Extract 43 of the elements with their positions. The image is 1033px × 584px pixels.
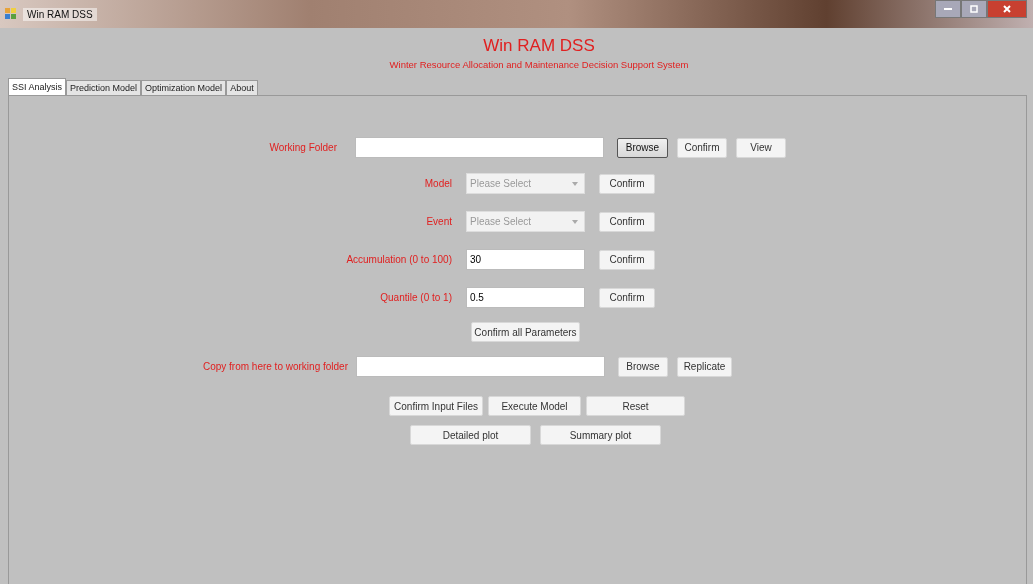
input-field[interactable]: 0.5 [466, 287, 585, 308]
caret-icon [572, 219, 578, 224]
button[interactable]: Browse [618, 356, 668, 377]
close-icon [1003, 5, 1011, 13]
field-label: Working Folder [268, 142, 337, 153]
field-label: Event [425, 216, 452, 227]
field-label: Quantile (0 to 1) [379, 292, 452, 303]
field-label: Model [423, 178, 452, 189]
button[interactable]: Confirm [599, 249, 655, 270]
app-icon [4, 7, 18, 21]
dropdown-value: Please Select [470, 216, 532, 227]
app-subtitle: Winter Resource Allocation and Maintenance Decision Support System [389, 59, 689, 70]
button[interactable]: Summary plot [540, 425, 661, 445]
input-field[interactable]: 30 [466, 249, 585, 270]
app-title: Win RAM DSS [483, 36, 595, 56]
button[interactable]: Browse [617, 137, 668, 158]
tab[interactable]: Optimization Model [141, 80, 227, 95]
maximize-button[interactable] [961, 0, 987, 18]
button[interactable]: Confirm [599, 211, 655, 232]
minimize-icon [944, 7, 952, 11]
caret-icon [572, 181, 578, 186]
close-button[interactable] [987, 0, 1027, 18]
button[interactable]: Confirm [599, 173, 655, 194]
button[interactable]: Confirm [599, 287, 655, 308]
field-label: Copy from here to working folder [201, 361, 348, 372]
button[interactable]: Replicate [677, 356, 732, 377]
button[interactable]: Confirm all Parameters [471, 322, 580, 342]
maximize-icon [970, 5, 978, 13]
input-field[interactable] [356, 356, 605, 377]
button[interactable]: Detailed plot [410, 425, 531, 445]
dropdown-value: Please Select [470, 178, 532, 189]
input-field[interactable] [355, 137, 604, 158]
button[interactable]: Confirm Input Files [389, 396, 483, 416]
button[interactable]: Reset [586, 396, 685, 416]
button[interactable]: View [736, 137, 786, 158]
tab[interactable]: SSI Analysis [8, 78, 67, 95]
minimize-button[interactable] [935, 0, 961, 18]
tab[interactable]: Prediction Model [66, 80, 142, 95]
tab[interactable]: About [226, 80, 258, 95]
button[interactable]: Execute Model [488, 396, 581, 416]
window-title: Win RAM DSS [23, 7, 97, 21]
field-label: Accumulation (0 to 100) [345, 254, 452, 265]
button[interactable]: Confirm [677, 137, 727, 158]
